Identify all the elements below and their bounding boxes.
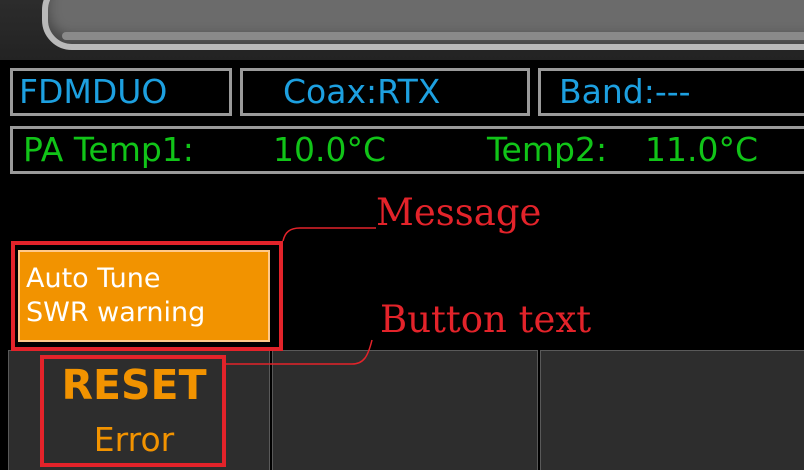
- temp2-label: Temp2:: [487, 130, 608, 169]
- display-bezel: [0, 0, 804, 60]
- temp1-value: 10.0°C: [273, 130, 387, 169]
- message-leader-line: [282, 227, 376, 242]
- coax-field: Coax:RTX: [240, 68, 530, 116]
- band-field: Band:---: [538, 68, 804, 116]
- button-text-annotation: Button text: [380, 298, 592, 341]
- message-highlight-frame: [11, 241, 283, 351]
- band-label: Band:---: [559, 72, 691, 111]
- coax-label: Coax:RTX: [283, 72, 441, 111]
- softkey-2[interactable]: [272, 350, 538, 470]
- temp1-label: PA Temp1:: [23, 130, 194, 169]
- radio-model-label: FDMDUO: [19, 72, 168, 111]
- temperature-bar: PA Temp1: 10.0°C Temp2: 11.0°C: [10, 126, 804, 174]
- softkey-3[interactable]: [540, 350, 804, 470]
- display-screen: FDMDUO Coax:RTX Band:--- PA Temp1: 10.0°…: [0, 0, 804, 470]
- temp2-value: 11.0°C: [645, 130, 759, 169]
- radio-model-field: FDMDUO: [10, 68, 232, 116]
- message-annotation: Message: [376, 191, 542, 234]
- button-text-highlight-frame: [40, 355, 226, 467]
- bezel-frame: [42, 0, 804, 50]
